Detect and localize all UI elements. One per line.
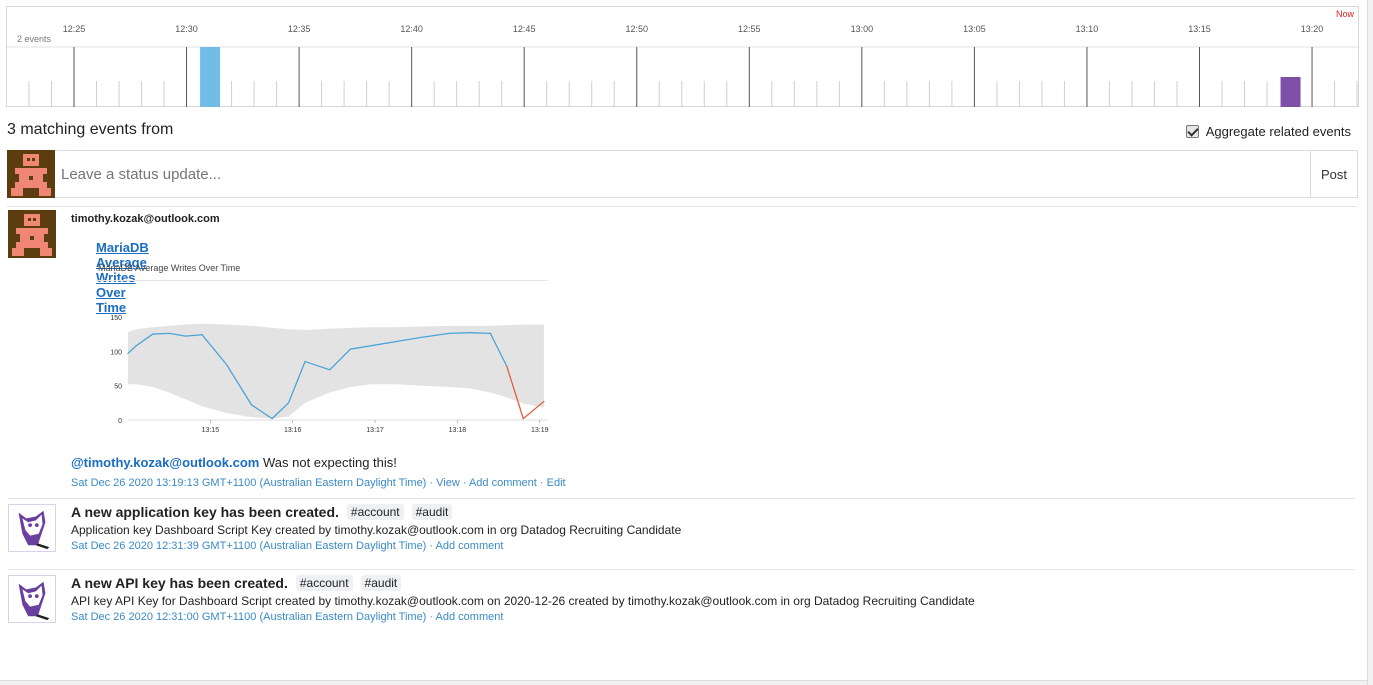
status-update-box: Post — [7, 150, 1358, 198]
divider — [8, 569, 1355, 570]
timeline-event-bar[interactable] — [1280, 77, 1301, 107]
add-comment-link[interactable]: Add comment — [469, 477, 537, 489]
status-update-input[interactable] — [55, 151, 1310, 197]
event-title-text[interactable]: A new application key has been created. — [71, 504, 339, 520]
chart-x-tick: 13:16 — [284, 427, 302, 434]
timeline-tick-label: 13:20 — [1301, 24, 1324, 34]
event-title[interactable]: A new application key has been created. … — [71, 504, 681, 520]
event-meta: Sat Dec 26 2020 13:19:13 GMT+1100 (Austr… — [71, 477, 566, 489]
timeline-tick-label: 13:15 — [1188, 24, 1211, 34]
add-comment-link[interactable]: Add comment — [436, 611, 504, 623]
event-comment: @timothy.kozak@outlook.com Was not expec… — [71, 455, 397, 470]
user-avatar — [7, 150, 55, 198]
timeline-tick-label: 12:35 — [288, 24, 311, 34]
event-timestamp[interactable]: Sat Dec 26 2020 12:31:39 GMT+1100 (Austr… — [71, 540, 426, 552]
event-author[interactable]: timothy.kozak@outlook.com — [71, 213, 220, 225]
timeline-tick-label: 13:10 — [1076, 24, 1099, 34]
snapshot-chart[interactable]: 0 50 100 150 13:15 13:16 13:17 13:18 13:19 — [92, 290, 552, 440]
chart-y-tick: 100 — [110, 349, 122, 356]
aggregate-checkbox[interactable] — [1185, 125, 1199, 138]
chart-line-segment — [469, 332, 492, 335]
tag-account[interactable]: #account — [346, 504, 404, 520]
matching-events-summary: 3 matching events from — [7, 121, 174, 138]
timeline-tick-label: 12:30 — [175, 24, 198, 34]
chart-y-tick: 50 — [114, 384, 122, 391]
post-button[interactable]: Post — [1310, 151, 1357, 197]
scrollbar[interactable] — [1367, 0, 1373, 685]
event-title-text[interactable]: A new API key has been created. — [71, 575, 288, 591]
chart-y-tick: 150 — [110, 315, 122, 322]
datadog-logo-icon — [8, 575, 56, 623]
snapshot-rule — [96, 280, 548, 281]
timeline-count-label: 2 events — [17, 34, 52, 44]
event-title[interactable]: A new API key has been created. #account… — [71, 575, 975, 591]
event-text: Application key Dashboard Script Key cre… — [71, 523, 682, 537]
bottom-rail — [0, 680, 1367, 685]
aggregate-label[interactable]: Aggregate related events — [1206, 124, 1351, 139]
divider — [8, 498, 1355, 499]
chart-line-segment — [448, 332, 471, 335]
timeline-tick-label: 13:00 — [851, 24, 874, 34]
chart-x-tick: 13:15 — [202, 427, 220, 434]
timeline-tick-label: 12:50 — [625, 24, 648, 34]
datadog-logo-icon — [8, 504, 56, 552]
timeline-tick-label: 13:05 — [963, 24, 986, 34]
event-text: API key API Key for Dashboard Script cre… — [71, 594, 975, 608]
tag-account[interactable]: #account — [295, 575, 353, 591]
user-avatar — [8, 210, 56, 258]
event-meta: Sat Dec 26 2020 12:31:39 GMT+1100 (Austr… — [71, 540, 504, 552]
edit-link[interactable]: Edit — [547, 477, 566, 489]
chart-y-tick: 0 — [118, 418, 122, 425]
tag-audit[interactable]: #audit — [360, 575, 402, 591]
timeline-tick-label: 12:25 — [63, 24, 86, 34]
chart-bounds-band — [128, 323, 544, 419]
tag-audit[interactable]: #audit — [411, 504, 453, 520]
mention-link[interactable]: @timothy.kozak@outlook.com — [71, 455, 259, 470]
timeline-now-label: Now — [1335, 9, 1354, 19]
event-timestamp[interactable]: Sat Dec 26 2020 12:31:00 GMT+1100 (Austr… — [71, 611, 426, 623]
timeline-tick-label: 12:45 — [513, 24, 536, 34]
snapshot-subtitle: MariaDB Average Writes Over Time — [98, 263, 241, 273]
event-timeline[interactable]: 12:25 12:30 12:35 12:40 12:45 12:50 12:55 13:00… — [6, 6, 1360, 108]
add-comment-link[interactable]: Add comment — [436, 540, 504, 552]
chart-x-tick: 13:18 — [449, 427, 467, 434]
timeline-tick-label: 12:55 — [738, 24, 761, 34]
timeline-tick-label: 12:40 — [400, 24, 423, 34]
event-timestamp[interactable]: Sat Dec 26 2020 13:19:13 GMT+1100 (Austr… — [71, 477, 426, 489]
timeline-chart[interactable]: 12:25 12:30 12:35 12:40 12:45 12:50 12:55 13:00… — [7, 7, 1360, 108]
view-link[interactable]: View — [436, 477, 460, 489]
aggregate-toggle[interactable]: Aggregate related events — [1185, 124, 1351, 139]
chart-x-tick: 13:19 — [531, 427, 549, 434]
event-meta: Sat Dec 26 2020 12:31:00 GMT+1100 (Austr… — [71, 611, 504, 623]
chart-line-segment — [152, 332, 170, 335]
chart-x-tick: 13:17 — [366, 427, 384, 434]
comment-text: Was not expecting this! — [262, 455, 397, 470]
timeline-event-bar[interactable] — [200, 47, 221, 107]
divider — [7, 206, 1357, 207]
